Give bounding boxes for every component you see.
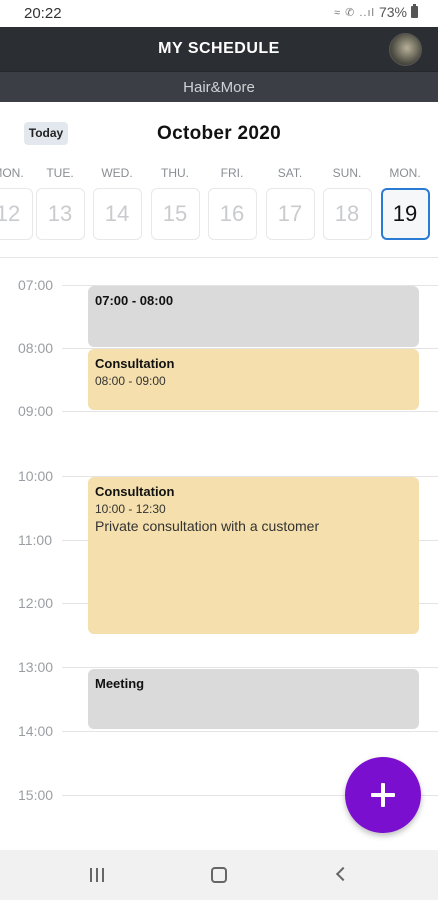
hour-label: 13:00 [18, 659, 54, 675]
event-title: 07:00 - 08:00 [95, 293, 174, 308]
signal-icon: ≈ ✆ ..ıl [333, 6, 375, 19]
event-time: 10:00 - 12:30 [95, 502, 166, 516]
day-number[interactable]: 14 [92, 188, 142, 240]
day-column[interactable]: WED. 14 [92, 166, 142, 240]
battery-level: 73% [378, 4, 407, 20]
hour-line [62, 411, 438, 412]
day-number[interactable]: 12 [0, 188, 33, 240]
day-column[interactable]: THU. 15 [150, 166, 200, 240]
day-number[interactable]: 18 [322, 188, 372, 240]
home-icon[interactable] [211, 867, 227, 883]
day-column[interactable]: SAT. 17 [265, 166, 315, 240]
page-title: MY SCHEDULE [158, 40, 280, 57]
event-time: 08:00 - 09:00 [95, 374, 166, 388]
event-card[interactable]: Consultation 10:00 - 12:30 Private consu… [88, 477, 419, 634]
salon-bar: Hair&More [0, 71, 438, 102]
app-header: MY SCHEDULE [0, 27, 438, 71]
status-bar: 20:22 ≈ ✆ ..ıl 73% [0, 0, 438, 27]
hour-line [62, 731, 438, 732]
day-label: FRI. [220, 166, 244, 180]
day-column[interactable]: FRI. 16 [207, 166, 257, 240]
battery-icon [411, 4, 418, 18]
hour-label: 07:00 [18, 277, 54, 293]
status-icons: ≈ ✆ ..ıl 73% [334, 4, 418, 20]
day-number[interactable]: 15 [150, 188, 200, 240]
day-number[interactable]: 13 [35, 188, 85, 240]
day-label: MON. [389, 166, 421, 180]
day-label: SAT. [277, 166, 303, 180]
avatar[interactable] [389, 33, 422, 66]
day-label: WED. [101, 166, 133, 180]
event-card[interactable]: Meeting [88, 669, 419, 729]
month-title: October 2020 [157, 123, 281, 144]
hour-label: 10:00 [18, 468, 54, 484]
event-description: Private consultation with a customer [95, 518, 320, 534]
event-title: Consultation [95, 484, 175, 499]
day-label: THU. [161, 166, 189, 180]
hour-label: 14:00 [18, 723, 54, 739]
day-column-selected[interactable]: MON. 19 [380, 166, 430, 240]
status-time: 20:22 [24, 5, 62, 22]
hour-label: 11:00 [18, 532, 52, 548]
day-number[interactable]: 16 [207, 188, 257, 240]
divider [0, 257, 438, 258]
day-column[interactable]: MON. 12 [0, 166, 33, 240]
day-label: TUE. [46, 166, 74, 180]
day-label: MON. [0, 166, 24, 180]
event-card[interactable]: Consultation 08:00 - 09:00 [88, 349, 419, 410]
day-column[interactable]: TUE. 13 [35, 166, 85, 240]
plus-icon-vertical [381, 783, 385, 807]
day-label: SUN. [332, 166, 362, 180]
recents-icon[interactable] [90, 868, 106, 882]
system-nav-bar [0, 850, 438, 900]
back-icon[interactable] [335, 866, 351, 882]
hour-label: 15:00 [18, 787, 54, 803]
event-title: Consultation [95, 356, 175, 371]
hour-label: 12:00 [18, 595, 54, 611]
day-column[interactable]: SUN. 18 [322, 166, 372, 240]
hour-label: 09:00 [18, 403, 54, 419]
salon-name: Hair&More [183, 79, 255, 96]
hour-label: 08:00 [18, 340, 54, 356]
event-card[interactable]: 07:00 - 08:00 [88, 286, 419, 347]
day-number[interactable]: 17 [265, 188, 315, 240]
add-appointment-button[interactable] [345, 757, 421, 833]
hour-line [62, 667, 438, 668]
event-title: Meeting [95, 676, 145, 691]
selected-day-number[interactable]: 19 [380, 188, 430, 240]
